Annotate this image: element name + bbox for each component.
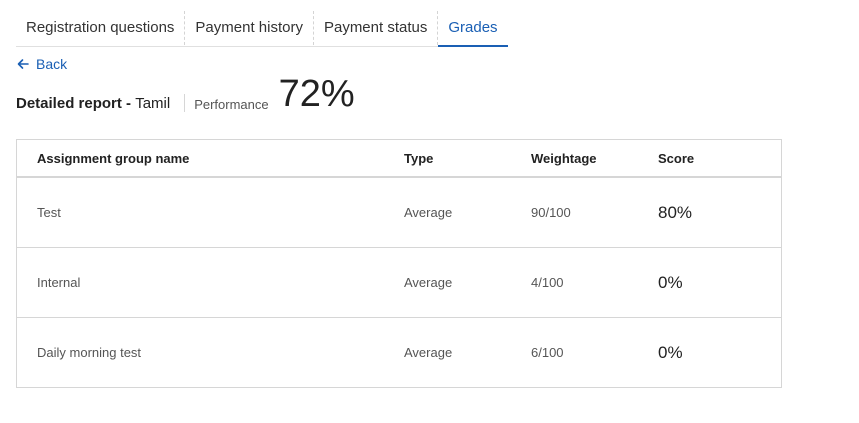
arrow-left-icon bbox=[17, 59, 29, 69]
grades-page: Registration questions Payment history P… bbox=[0, 0, 859, 423]
tab-bar: Registration questions Payment history P… bbox=[16, 11, 508, 47]
assignment-weightage: 4/100 bbox=[531, 275, 564, 290]
assignment-type: Average bbox=[404, 345, 453, 360]
header-score: Score bbox=[658, 150, 695, 166]
assignment-score: 0% bbox=[658, 342, 683, 362]
tab-payment-history[interactable]: Payment history bbox=[185, 11, 314, 45]
assignment-name: Test bbox=[37, 205, 61, 220]
header-divider bbox=[184, 94, 186, 112]
report-title: Detailed report - Tamil bbox=[16, 95, 170, 112]
header-type: Type bbox=[404, 150, 434, 166]
assignment-name: Internal bbox=[37, 275, 81, 290]
header-assignment-group-name: Assignment group name bbox=[37, 150, 190, 166]
performance-label: Performance bbox=[194, 96, 269, 112]
tab-grades[interactable]: Grades bbox=[438, 11, 508, 47]
assignment-type: Average bbox=[404, 275, 453, 290]
report-title-prefix: Detailed report - bbox=[16, 94, 136, 112]
assignment-weightage: 90/100 bbox=[531, 205, 571, 220]
assignment-score: 80% bbox=[658, 202, 693, 222]
assignment-name: Daily morning test bbox=[37, 345, 142, 360]
assignment-weightage: 6/100 bbox=[531, 345, 564, 360]
report-subject: Tamil bbox=[135, 94, 171, 112]
back-link[interactable]: Back bbox=[16, 55, 67, 73]
tab-registration-questions[interactable]: Registration questions bbox=[16, 11, 186, 45]
tab-payment-status[interactable]: Payment status bbox=[314, 11, 439, 45]
table-header: Assignment group name Type Weightage Sco… bbox=[17, 140, 781, 178]
assignment-score: 0% bbox=[658, 272, 683, 292]
table-row: Test Average 90/100 80% bbox=[17, 178, 781, 248]
header-weightage: Weightage bbox=[531, 150, 597, 166]
grades-table: Assignment group name Type Weightage Sco… bbox=[16, 139, 782, 388]
table-row: Daily morning test Average 6/100 0% bbox=[17, 318, 781, 387]
table-row: Internal Average 4/100 0% bbox=[17, 248, 781, 318]
performance-value: 72% bbox=[278, 73, 355, 115]
report-header: Detailed report - Tamil Performance 72% bbox=[16, 72, 355, 116]
back-label: Back bbox=[36, 56, 68, 72]
assignment-type: Average bbox=[404, 205, 453, 220]
